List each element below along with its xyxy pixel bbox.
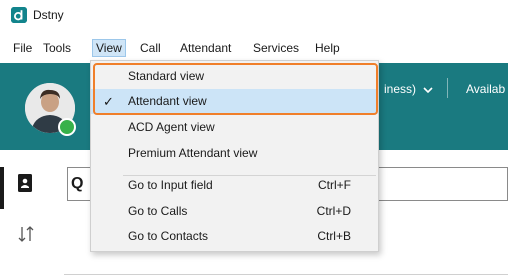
menu-item-attendant-view[interactable]: ✓ Attendant view [91, 89, 378, 114]
availability-label[interactable]: Availab [466, 82, 505, 96]
search-icon: Q [71, 175, 84, 192]
contacts-book-icon[interactable] [17, 173, 33, 196]
swap-arrows-icon[interactable] [17, 224, 35, 247]
menu-item-standard-view[interactable]: Standard view [91, 64, 378, 89]
menu-bar: File Tools View Call Attendant Services … [0, 38, 508, 58]
app-title: Dstny [33, 8, 64, 22]
menu-attendant[interactable]: Attendant [177, 39, 234, 57]
menu-item-acd-agent-view[interactable]: ACD Agent view [91, 115, 378, 140]
rail-active-indicator [0, 167, 4, 209]
menu-tools[interactable]: Tools [40, 39, 74, 57]
menu-item-go-to-contacts[interactable]: Go to Contacts Ctrl+B [91, 224, 378, 249]
menu-item-go-to-input-field[interactable]: Go to Input field Ctrl+F [91, 173, 378, 198]
chevron-down-icon [423, 87, 433, 93]
shortcut-label: Ctrl+B [317, 229, 351, 243]
menu-call[interactable]: Call [137, 39, 164, 57]
view-menu-dropdown: Standard view ✓ Attendant view ACD Agent… [90, 60, 379, 252]
content-divider [64, 274, 508, 275]
title-bar: Dstny [0, 0, 508, 30]
left-rail [0, 150, 48, 276]
menu-services[interactable]: Services [250, 39, 302, 57]
presence-status-icon [58, 118, 76, 136]
shortcut-label: Ctrl+D [316, 204, 351, 218]
checkmark-icon: ✓ [103, 94, 114, 109]
header-divider [447, 78, 448, 98]
menu-item-premium-attendant-view[interactable]: Premium Attendant view [91, 141, 378, 166]
menu-item-go-to-calls[interactable]: Go to Calls Ctrl+D [91, 199, 378, 224]
menu-help[interactable]: Help [312, 39, 343, 57]
app-logo-icon [11, 7, 27, 23]
menu-view[interactable]: View [92, 39, 126, 57]
status-dropdown[interactable]: iness) [384, 82, 433, 96]
shortcut-label: Ctrl+F [318, 178, 351, 192]
status-label: iness) [384, 82, 417, 96]
menu-file[interactable]: File [10, 39, 35, 57]
